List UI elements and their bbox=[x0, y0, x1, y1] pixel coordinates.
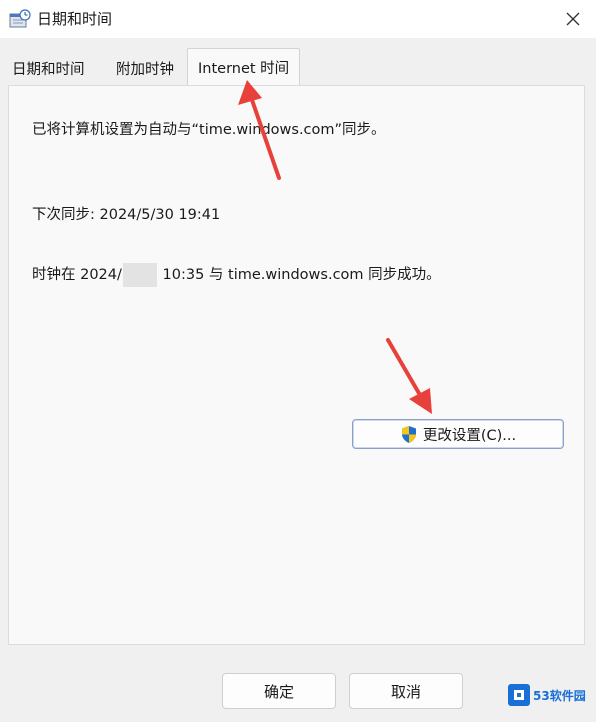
watermark-logo-icon bbox=[508, 684, 530, 706]
ok-button[interactable]: 确定 bbox=[222, 673, 336, 709]
uac-shield-icon bbox=[401, 425, 416, 443]
last-sync-suffix: 10:35 与 time.windows.com 同步成功。 bbox=[162, 267, 441, 283]
last-sync-text: 时钟在 2024/ 10:35 与 time.windows.com 同步成功。 bbox=[32, 263, 441, 287]
watermark: 53软件园 bbox=[508, 681, 588, 709]
window-title: 日期和时间 bbox=[37, 10, 113, 28]
sync-info-text: 已将计算机设置为自动与“time.windows.com”同步。 bbox=[32, 122, 386, 138]
tab-date-time[interactable]: 日期和时间 bbox=[10, 56, 87, 81]
close-icon bbox=[566, 12, 580, 26]
title-bar: 日期和时间 bbox=[0, 0, 596, 38]
date-time-icon bbox=[9, 9, 31, 28]
internet-time-panel: 已将计算机设置为自动与“time.windows.com”同步。 下次同步: 2… bbox=[8, 85, 585, 645]
watermark-text: 53软件园 bbox=[533, 688, 586, 703]
last-sync-prefix: 时钟在 2024/ bbox=[32, 267, 122, 283]
change-settings-label: 更改设置(C)... bbox=[422, 427, 517, 444]
redacted-date bbox=[122, 263, 157, 287]
tab-additional-clocks[interactable]: 附加时钟 bbox=[114, 56, 176, 81]
tab-internet-time[interactable]: Internet 时间 bbox=[187, 48, 301, 86]
tab-strip: 日期和时间 附加时钟 Internet 时间 bbox=[8, 48, 588, 86]
close-button[interactable] bbox=[550, 0, 596, 38]
next-sync-text: 下次同步: 2024/5/30 19:41 bbox=[32, 207, 221, 223]
cancel-button[interactable]: 取消 bbox=[349, 673, 463, 709]
change-settings-button[interactable]: 更改设置(C)... bbox=[352, 419, 564, 449]
dialog-footer: 确定 取消 53软件园 bbox=[0, 645, 596, 722]
